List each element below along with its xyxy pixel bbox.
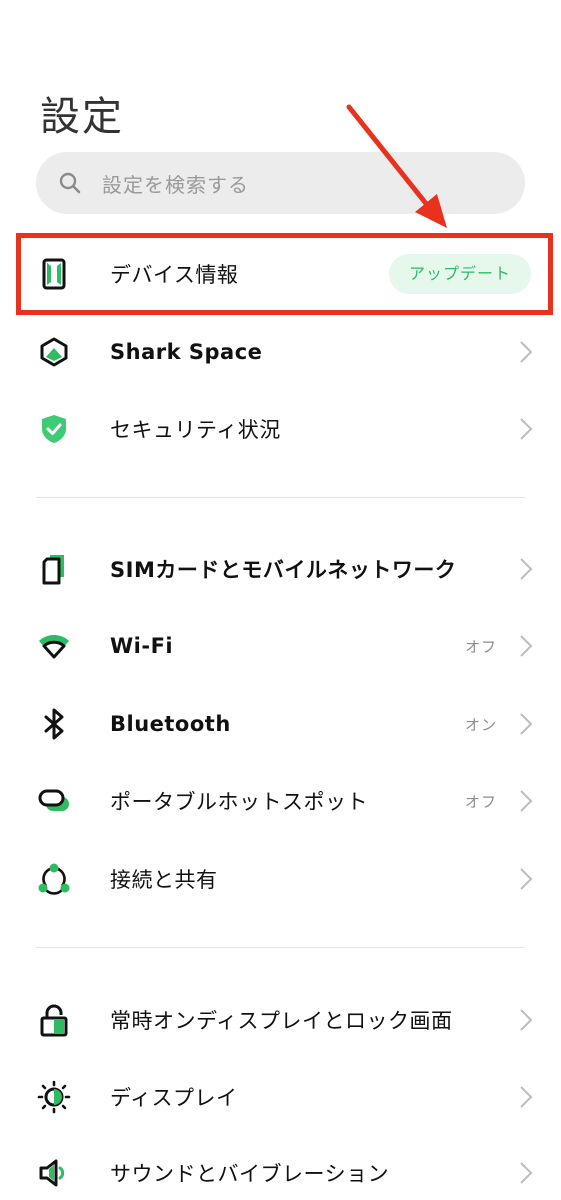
settings-item-wifi[interactable]: Wi-Fi オフ [0,611,561,681]
settings-item-lock-screen[interactable]: 常時オンディスプレイとロック画面 [0,985,561,1055]
search-placeholder: 設定を検索する [102,172,249,197]
highlight-box [16,233,553,315]
settings-page: 設定 設定を検索する デバイス情報 アップデート Shark Space セキュ… [0,0,561,1200]
settings-item-label: SIMカードとモバイルネットワーク [110,558,457,582]
wifi-icon [36,628,72,664]
chevron-right-icon [520,868,533,890]
status-text: オフ [464,637,497,656]
settings-item-hotspot[interactable]: ポータブルホットスポット オフ [0,766,561,836]
chevron-right-icon [520,1086,533,1108]
hotspot-icon [36,783,72,819]
chevron-right-icon [520,635,533,657]
brightness-icon [36,1079,72,1115]
settings-item-label: ディスプレイ [110,1086,238,1110]
speaker-icon [36,1155,72,1191]
shield-icon [36,411,72,447]
settings-item-label: 接続と共有 [110,868,218,892]
chevron-right-icon [520,1009,533,1031]
settings-item-label: ポータブルホットスポット [110,790,368,814]
bluetooth-icon [36,706,72,742]
chevron-right-icon [520,713,533,735]
page-title: 設定 [40,94,124,140]
sim-icon [36,551,72,587]
connection-share-icon [36,861,72,897]
section-divider [36,497,525,498]
settings-item-label: サウンドとバイブレーション [110,1162,390,1186]
settings-item-label: Shark Space [110,340,263,364]
search-icon [59,172,81,194]
settings-item-connection-share[interactable]: 接続と共有 [0,844,561,914]
chevron-right-icon [520,1162,533,1184]
settings-item-label: Bluetooth [110,712,231,736]
chevron-right-icon [520,558,533,580]
settings-item-label: Wi-Fi [110,634,174,658]
settings-item-label: 常時オンディスプレイとロック画面 [110,1009,453,1033]
status-text: オン [464,715,497,734]
settings-item-label: セキュリティ状況 [110,418,281,442]
status-text: オフ [464,792,497,811]
settings-item-display[interactable]: ディスプレイ [0,1062,561,1132]
lock-icon [36,1002,72,1038]
settings-item-bluetooth[interactable]: Bluetooth オン [0,689,561,759]
chevron-right-icon [520,790,533,812]
settings-item-sound[interactable]: サウンドとバイブレーション [0,1138,561,1200]
settings-item-security[interactable]: セキュリティ状況 [0,394,561,464]
chevron-right-icon [520,341,533,363]
chevron-right-icon [520,418,533,440]
settings-item-sim[interactable]: SIMカードとモバイルネットワーク [0,534,561,604]
settings-item-shark-space[interactable]: Shark Space [0,317,561,387]
section-divider [36,947,525,948]
search-bar[interactable]: 設定を検索する [36,152,525,214]
shark-space-icon [36,334,72,370]
